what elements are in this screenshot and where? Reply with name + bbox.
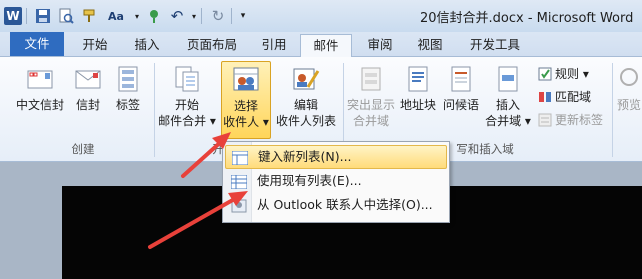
redo-icon[interactable]: ↻ (208, 6, 228, 26)
select-recipients-menu: 键入新列表(N)... 使用现有列表(E)... 从 Outlook 联系人中选… (222, 141, 450, 223)
chinese-envelope-icon (26, 65, 54, 93)
menu-item-use-existing-list[interactable]: 使用现有列表(E)... (225, 170, 445, 192)
match-fields-icon (538, 90, 552, 104)
insert-merge-field-icon (494, 65, 522, 93)
tab-view[interactable]: 视图 (406, 34, 454, 55)
menu-item-outlook-contacts[interactable]: 从 Outlook 联系人中选择(O)... (225, 194, 445, 216)
envelope-icon (74, 65, 102, 93)
update-labels-button[interactable]: 更新标签 (538, 111, 603, 129)
outlook-contacts-icon (231, 198, 247, 213)
qat-separator (201, 8, 202, 24)
qat-separator (26, 8, 27, 24)
start-mail-merge-label-1: 开始 (174, 98, 199, 112)
tab-file[interactable]: 文件 (10, 32, 64, 56)
chinese-envelope-label: 中文信封 (15, 98, 64, 112)
select-recipients-button[interactable]: 选择 收件人 ▾ (221, 61, 271, 139)
labels-icon (114, 65, 142, 93)
select-recipients-icon (232, 66, 260, 94)
preview-results-button[interactable]: 预览 (616, 65, 642, 113)
highlight-merge-fields-button[interactable]: 突出显示 合并域 (345, 65, 397, 129)
greeting-line-button[interactable]: 问候语 (440, 65, 482, 113)
new-list-icon (231, 150, 249, 166)
menu-item-label: 使用现有列表(E)... (257, 173, 362, 188)
highlight-merge-label-2: 合并域 (352, 114, 389, 128)
menu-item-label: 从 Outlook 联系人中选择(O)... (257, 197, 433, 212)
group-separator (612, 63, 613, 157)
save-icon[interactable] (33, 6, 53, 26)
tab-review[interactable]: 审阅 (356, 34, 404, 55)
word-app-icon[interactable]: W (3, 6, 23, 26)
format-painter-icon[interactable] (79, 6, 99, 26)
tab-page-layout[interactable]: 页面布局 (176, 34, 248, 55)
preview-icon (618, 65, 640, 93)
start-mail-merge-label-2: 邮件合并 ▾ (158, 114, 216, 128)
menu-item-label: 键入新列表(N)... (258, 149, 352, 164)
select-recipients-label-2: 收件人 ▾ (223, 115, 269, 129)
ribbon-tabs: 文件 开始 插入 页面布局 引用 邮件 审阅 视图 开发工具 (0, 32, 642, 57)
update-labels-icon (538, 113, 552, 127)
edit-recipient-list-button[interactable]: 编辑 收件人列表 (273, 65, 339, 129)
update-labels-label: 更新标签 (555, 113, 604, 127)
greeting-line-label: 问候语 (442, 98, 479, 112)
envelope-label: 信封 (75, 98, 100, 112)
customize-qat-icon[interactable]: ▾ (238, 6, 248, 26)
tab-home[interactable]: 开始 (70, 34, 120, 55)
window-title: 20信封合并.docx - Microsoft Word (420, 11, 634, 26)
print-preview-icon[interactable] (56, 6, 76, 26)
highlight-merge-label-1: 突出显示 (346, 98, 395, 112)
preview-label: 预览 (616, 98, 641, 112)
tab-mailings[interactable]: 邮件 (300, 34, 352, 57)
group-label-write-insert: 写和插入域 (456, 142, 514, 156)
insert-merge-field-label-2: 合并域 ▾ (485, 114, 531, 128)
chevron-down-icon[interactable]: ▾ (190, 6, 198, 26)
labels-button[interactable]: 标签 (110, 65, 146, 113)
address-block-button[interactable]: 地址块 (398, 65, 438, 113)
group-label-create: 创建 (71, 142, 95, 156)
edit-recipient-list-icon (292, 65, 320, 93)
highlight-fields-icon (357, 65, 385, 93)
rules-label: 规则 (555, 67, 580, 81)
edit-recipient-list-label-1: 编辑 (293, 98, 318, 112)
address-block-icon (404, 65, 432, 93)
spelling-icon[interactable] (144, 6, 164, 26)
chinese-envelope-button[interactable]: 中文信封 (14, 65, 66, 113)
menu-item-type-new-list[interactable]: 键入新列表(N)... (225, 145, 447, 169)
undo-icon[interactable]: ↶ (167, 6, 187, 26)
edit-recipient-list-label-2: 收件人列表 (275, 114, 336, 128)
rules-icon (538, 67, 552, 81)
title-bar: W Aa ▾ ↶ ▾ ↻ ▾ 20信封合并.docx - Microsoft W… (0, 0, 642, 32)
select-recipients-label-1: 选择 (233, 99, 258, 113)
greeting-line-icon (447, 65, 475, 93)
tab-insert[interactable]: 插入 (122, 34, 172, 55)
existing-list-icon (230, 174, 248, 190)
rules-button[interactable]: 规则 ▾ (538, 65, 589, 83)
tab-references[interactable]: 引用 (250, 34, 298, 55)
qat-separator (231, 8, 232, 24)
quick-access-toolbar: W Aa ▾ ↶ ▾ ↻ ▾ (0, 4, 248, 28)
mail-merge-icon (173, 65, 201, 93)
insert-merge-field-button[interactable]: 插入 合并域 ▾ (484, 65, 532, 129)
match-fields-label: 匹配域 (555, 90, 592, 104)
tab-developer[interactable]: 开发工具 (458, 34, 532, 55)
group-separator (154, 63, 155, 157)
envelope-button[interactable]: 信封 (70, 65, 106, 113)
start-mail-merge-button[interactable]: 开始 邮件合并 ▾ (158, 65, 216, 129)
font-size-icon[interactable]: Aa (102, 6, 130, 26)
insert-merge-field-label-1: 插入 (495, 98, 520, 112)
address-block-label: 地址块 (399, 98, 436, 112)
labels-label: 标签 (115, 98, 140, 112)
match-fields-button[interactable]: 匹配域 (538, 88, 591, 106)
chevron-down-icon[interactable]: ▾ (133, 6, 141, 26)
